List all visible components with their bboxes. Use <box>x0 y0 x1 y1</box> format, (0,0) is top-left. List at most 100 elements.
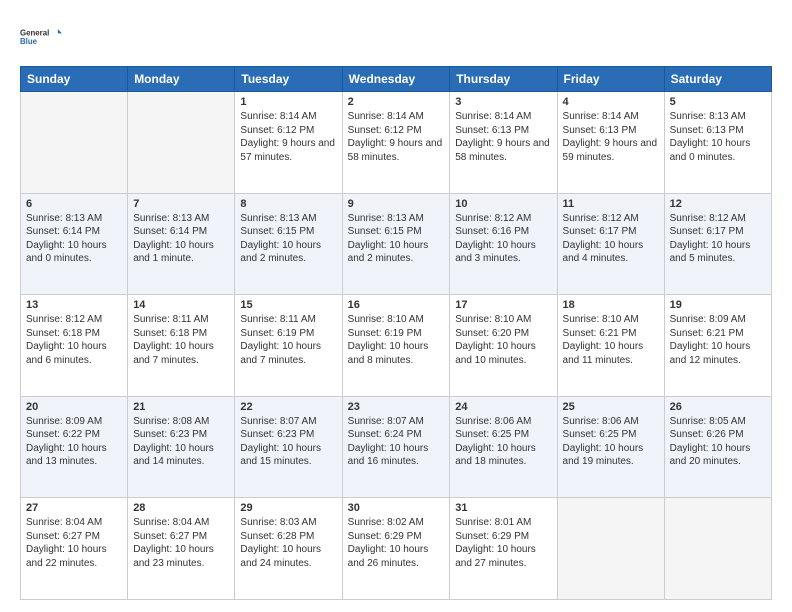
day-number: 29 <box>240 502 336 514</box>
calendar-cell: 16 Sunrise: 8:10 AMSunset: 6:19 PMDayligh… <box>342 295 450 397</box>
day-number: 22 <box>240 401 336 413</box>
week-row-1: 1 Sunrise: 8:14 AMSunset: 6:12 PMDaylight… <box>21 92 772 194</box>
calendar-cell: 30Sunrise: 8:02 AMSunset: 6:29 PMDayligh… <box>342 498 450 600</box>
calendar-cell: 14 Sunrise: 8:11 AMSunset: 6:18 PMDayligh… <box>128 295 235 397</box>
week-row-5: 27 Sunrise: 8:04 AMSunset: 6:27 PMDayligh… <box>21 498 772 600</box>
day-number: 15 <box>240 299 336 311</box>
day-number: 12 <box>670 198 766 210</box>
day-number: 3 <box>455 96 551 108</box>
day-number: 7 <box>133 198 229 210</box>
day-number: 10 <box>455 198 551 210</box>
calendar-cell: 9 Sunrise: 8:13 AMSunset: 6:15 PMDaylight… <box>342 193 450 295</box>
week-row-4: 20Sunrise: 8:09 AMSunset: 6:22 PMDayligh… <box>21 396 772 498</box>
day-info: Sunrise: 8:12 AMSunset: 6:17 PMDaylight:… <box>563 212 659 266</box>
calendar-cell <box>128 92 235 194</box>
day-number: 28 <box>133 502 229 514</box>
svg-text:General: General <box>20 28 49 37</box>
day-info: Sunrise: 8:13 AMSunset: 6:15 PMDaylight:… <box>240 212 336 266</box>
calendar-cell: 1 Sunrise: 8:14 AMSunset: 6:12 PMDaylight… <box>235 92 342 194</box>
calendar-cell <box>21 92 128 194</box>
day-number: 1 <box>240 96 336 108</box>
day-info: Sunrise: 8:06 AMSunset: 6:25 PMDaylight:… <box>455 415 551 469</box>
calendar-header-row: SundayMondayTuesdayWednesdayThursdayFrid… <box>21 67 772 92</box>
day-info: Sunrise: 8:10 AMSunset: 6:20 PMDaylight:… <box>455 313 551 367</box>
calendar-cell: 31 Sunrise: 8:01 AMSunset: 6:29 PMDayligh… <box>450 498 557 600</box>
header-wednesday: Wednesday <box>342 67 450 92</box>
day-number: 5 <box>670 96 766 108</box>
day-info: Sunrise: 8:09 AMSunset: 6:22 PMDaylight:… <box>26 415 122 469</box>
day-number: 26 <box>670 401 766 413</box>
calendar-cell: 22 Sunrise: 8:07 AMSunset: 6:23 PMDayligh… <box>235 396 342 498</box>
calendar-cell: 2Sunrise: 8:14 AMSunset: 6:12 PMDaylight… <box>342 92 450 194</box>
calendar-cell: 6 Sunrise: 8:13 AMSunset: 6:14 PMDaylight… <box>21 193 128 295</box>
calendar: SundayMondayTuesdayWednesdayThursdayFrid… <box>20 66 772 600</box>
day-number: 8 <box>240 198 336 210</box>
day-number: 11 <box>563 198 659 210</box>
day-number: 17 <box>455 299 551 311</box>
day-info: Sunrise: 8:09 AMSunset: 6:21 PMDaylight:… <box>670 313 766 367</box>
day-info: Sunrise: 8:08 AMSunset: 6:23 PMDaylight:… <box>133 415 229 469</box>
header-saturday: Saturday <box>664 67 771 92</box>
day-info: Sunrise: 8:14 AMSunset: 6:12 PMDaylight:… <box>240 110 336 164</box>
calendar-cell: 21 Sunrise: 8:08 AMSunset: 6:23 PMDayligh… <box>128 396 235 498</box>
header: General Blue <box>20 18 772 56</box>
calendar-cell: 27Sunrise: 8:04 AMSunset: 6:27 PMDayligh… <box>21 498 128 600</box>
day-info: Sunrise: 8:14 AMSunset: 6:13 PMDaylight:… <box>563 110 659 164</box>
day-info: Sunrise: 8:12 AMSunset: 6:18 PMDaylight:… <box>26 313 122 367</box>
day-info: Sunrise: 8:11 AMSunset: 6:18 PMDaylight:… <box>133 313 229 367</box>
day-number: 14 <box>133 299 229 311</box>
calendar-cell: 5Sunrise: 8:13 AMSunset: 6:13 PMDaylight… <box>664 92 771 194</box>
day-info: Sunrise: 8:07 AMSunset: 6:23 PMDaylight:… <box>240 415 336 469</box>
day-number: 16 <box>348 299 445 311</box>
day-info: Sunrise: 8:12 AMSunset: 6:17 PMDaylight:… <box>670 212 766 266</box>
day-number: 24 <box>455 401 551 413</box>
day-number: 18 <box>563 299 659 311</box>
calendar-cell: 26 Sunrise: 8:05 AMSunset: 6:26 PMDayligh… <box>664 396 771 498</box>
day-info: Sunrise: 8:10 AMSunset: 6:19 PMDaylight:… <box>348 313 445 367</box>
day-number: 23 <box>348 401 445 413</box>
day-info: Sunrise: 8:13 AMSunset: 6:14 PMDaylight:… <box>26 212 122 266</box>
calendar-cell: 3 Sunrise: 8:14 AMSunset: 6:13 PMDaylight… <box>450 92 557 194</box>
day-number: 30 <box>348 502 445 514</box>
header-monday: Monday <box>128 67 235 92</box>
day-number: 2 <box>348 96 445 108</box>
day-info: Sunrise: 8:01 AMSunset: 6:29 PMDaylight:… <box>455 516 551 570</box>
day-info: Sunrise: 8:13 AMSunset: 6:15 PMDaylight:… <box>348 212 445 266</box>
day-info: Sunrise: 8:03 AMSunset: 6:28 PMDaylight:… <box>240 516 336 570</box>
calendar-cell: 12 Sunrise: 8:12 AMSunset: 6:17 PMDayligh… <box>664 193 771 295</box>
calendar-cell: 23 Sunrise: 8:07 AMSunset: 6:24 PMDayligh… <box>342 396 450 498</box>
calendar-cell: 24 Sunrise: 8:06 AMSunset: 6:25 PMDayligh… <box>450 396 557 498</box>
day-info: Sunrise: 8:12 AMSunset: 6:16 PMDaylight:… <box>455 212 551 266</box>
day-number: 31 <box>455 502 551 514</box>
calendar-cell: 17 Sunrise: 8:10 AMSunset: 6:20 PMDayligh… <box>450 295 557 397</box>
calendar-cell: 7Sunrise: 8:13 AMSunset: 6:14 PMDaylight… <box>128 193 235 295</box>
week-row-3: 13Sunrise: 8:12 AMSunset: 6:18 PMDayligh… <box>21 295 772 397</box>
day-info: Sunrise: 8:07 AMSunset: 6:24 PMDaylight:… <box>348 415 445 469</box>
calendar-cell <box>557 498 664 600</box>
calendar-cell: 28 Sunrise: 8:04 AMSunset: 6:27 PMDayligh… <box>128 498 235 600</box>
calendar-cell: 15 Sunrise: 8:11 AMSunset: 6:19 PMDayligh… <box>235 295 342 397</box>
day-info: Sunrise: 8:14 AMSunset: 6:13 PMDaylight:… <box>455 110 551 164</box>
calendar-cell: 20Sunrise: 8:09 AMSunset: 6:22 PMDayligh… <box>21 396 128 498</box>
day-number: 25 <box>563 401 659 413</box>
calendar-cell <box>664 498 771 600</box>
calendar-cell: 25 Sunrise: 8:06 AMSunset: 6:25 PMDayligh… <box>557 396 664 498</box>
day-info: Sunrise: 8:06 AMSunset: 6:25 PMDaylight:… <box>563 415 659 469</box>
day-info: Sunrise: 8:11 AMSunset: 6:19 PMDaylight:… <box>240 313 336 367</box>
day-number: 19 <box>670 299 766 311</box>
calendar-cell: 11 Sunrise: 8:12 AMSunset: 6:17 PMDayligh… <box>557 193 664 295</box>
calendar-cell: 13Sunrise: 8:12 AMSunset: 6:18 PMDayligh… <box>21 295 128 397</box>
calendar-cell: 19 Sunrise: 8:09 AMSunset: 6:21 PMDayligh… <box>664 295 771 397</box>
day-number: 6 <box>26 198 122 210</box>
day-info: Sunrise: 8:05 AMSunset: 6:26 PMDaylight:… <box>670 415 766 469</box>
svg-text:Blue: Blue <box>20 37 38 46</box>
day-number: 27 <box>26 502 122 514</box>
calendar-cell: 18Sunrise: 8:10 AMSunset: 6:21 PMDayligh… <box>557 295 664 397</box>
day-number: 9 <box>348 198 445 210</box>
header-thursday: Thursday <box>450 67 557 92</box>
header-sunday: Sunday <box>21 67 128 92</box>
day-number: 21 <box>133 401 229 413</box>
header-tuesday: Tuesday <box>235 67 342 92</box>
logo: General Blue <box>20 18 62 56</box>
day-info: Sunrise: 8:04 AMSunset: 6:27 PMDaylight:… <box>133 516 229 570</box>
